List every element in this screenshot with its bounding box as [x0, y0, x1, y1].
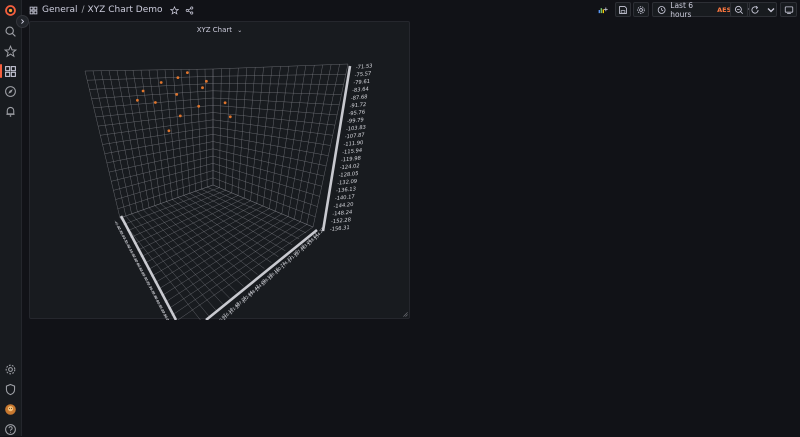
right-wall-grid-line	[212, 155, 322, 187]
left-wall-grid-line	[116, 70, 144, 210]
star-icon[interactable]	[3, 44, 18, 59]
left-wall-grid-line	[124, 70, 150, 208]
z-axis-tick-label: -83.64	[352, 86, 369, 94]
breadcrumb: General / XYZ Chart Demo	[29, 4, 194, 16]
floor-grid-line	[143, 203, 257, 264]
right-wall-grid-line	[287, 65, 315, 217]
z-axis-tick-label: -95.76	[348, 110, 366, 118]
dashboards-icon	[29, 6, 38, 14]
data-point	[178, 114, 182, 118]
right-wall-grid-line	[212, 126, 331, 146]
right-wall-grid-line	[300, 64, 332, 222]
sidebar-active-indicator	[0, 64, 2, 78]
left-wall-grid-line	[111, 155, 214, 182]
shield-icon[interactable]	[3, 382, 18, 397]
zoom-out-icon	[734, 5, 744, 14]
explore-icon[interactable]	[3, 84, 18, 99]
add-panel-icon	[598, 7, 608, 13]
right-wall-grid-line	[212, 177, 316, 218]
avatar[interactable]	[3, 402, 18, 417]
refresh-button[interactable]	[749, 2, 777, 17]
panel-resize-handle[interactable]	[403, 312, 408, 317]
grafana-logo-icon[interactable]	[3, 3, 18, 18]
floor-grid-line	[207, 186, 307, 234]
search-icon[interactable]	[3, 24, 18, 39]
xyz-chart-canvas[interactable]: -71.53-75.57-79.61-83.64-87.68-91.72-95.…	[30, 22, 411, 320]
left-wall-grid-line	[109, 148, 214, 173]
dashboards-icon[interactable]	[3, 64, 18, 79]
z-axis-tick-label: -75.57	[354, 71, 372, 79]
x-axis-line	[119, 215, 178, 320]
right-wall-grid-line	[281, 65, 307, 214]
floor-grid-line	[160, 203, 251, 281]
save-dashboard-button[interactable]	[615, 2, 631, 17]
settings-icon	[637, 5, 645, 14]
tv-mode-icon	[784, 5, 793, 14]
breadcrumb-separator: /	[81, 5, 85, 15]
dashboard-settings-button[interactable]	[633, 2, 649, 17]
left-wall-grid-line	[92, 70, 127, 216]
z-axis-tick-label: -79.61	[353, 79, 370, 87]
x-axis-tick-label: -92.50	[165, 317, 173, 320]
z-axis-tick-label: -71.53	[356, 63, 373, 71]
zoom-out-button[interactable]	[730, 2, 748, 17]
left-wall-grid-line	[115, 170, 214, 200]
floor-grid-line	[166, 201, 258, 275]
z-axis-tick-label: -140.17	[335, 194, 356, 202]
y-axis-line	[205, 228, 318, 320]
left-wall-grid-line	[100, 70, 132, 214]
z-axis-tick-label: -111.90	[343, 140, 364, 148]
clock-icon	[657, 5, 666, 14]
breadcrumb-folder-link[interactable]: General	[42, 5, 77, 15]
left-wall-grid-line	[102, 126, 214, 145]
z-axis-tick-label: -156.31	[330, 225, 351, 233]
right-wall-grid-line	[212, 148, 324, 177]
data-point	[154, 101, 157, 104]
gear-icon[interactable]	[3, 362, 18, 377]
data-point	[141, 89, 145, 93]
star-icon[interactable]	[169, 5, 179, 15]
tv-mode-button[interactable]	[780, 2, 797, 17]
xyz-chart-panel[interactable]: XYZ Chart ⌄ -71.53 -75.57 -79.61 -83.64 -87.…	[29, 21, 411, 320]
data-point	[205, 79, 208, 83]
data-point	[136, 98, 139, 102]
left-wall-grid-line	[117, 177, 214, 210]
top-navbar: General / XYZ Chart Demo Last 6 hours AE…	[21, 0, 800, 20]
sidebar	[0, 0, 22, 436]
refresh-icon	[751, 5, 759, 13]
add-panel-button[interactable]	[593, 2, 612, 17]
floor-grid-line	[177, 226, 314, 320]
left-wall-grid-line	[84, 70, 121, 219]
z-axis-tick-label: -91.72	[349, 102, 366, 110]
right-wall-grid-line	[212, 141, 327, 167]
dashboard-title[interactable]: XYZ Chart Demo	[88, 5, 163, 15]
chevron-down-icon[interactable]	[766, 5, 776, 15]
data-point	[201, 86, 204, 90]
data-point	[223, 101, 227, 105]
floor-grid-line	[161, 216, 289, 297]
save-icon	[619, 5, 627, 14]
chevron-right-icon	[21, 19, 25, 24]
right-wall-grid-line	[212, 134, 329, 156]
data-point	[176, 76, 180, 79]
z-axis-tick-label: -99.79	[347, 117, 364, 125]
right-wall-grid-line	[212, 170, 318, 207]
alerting-icon[interactable]	[3, 104, 18, 119]
data-point	[167, 129, 171, 133]
floor-grid-line	[189, 193, 286, 251]
data-point	[186, 71, 189, 74]
sidebar-expand-button[interactable]	[16, 15, 29, 28]
help-icon[interactable]	[3, 422, 18, 437]
share-icon[interactable]	[185, 5, 194, 15]
floor-grid-line	[148, 207, 237, 293]
time-range-label: Last 6 hours	[670, 0, 694, 19]
data-point	[175, 93, 179, 96]
data-point	[159, 81, 163, 84]
left-wall-grid-line	[104, 134, 214, 154]
z-axis-tick-label: -87.68	[351, 94, 369, 102]
data-point	[197, 104, 201, 108]
data-point	[228, 115, 232, 119]
